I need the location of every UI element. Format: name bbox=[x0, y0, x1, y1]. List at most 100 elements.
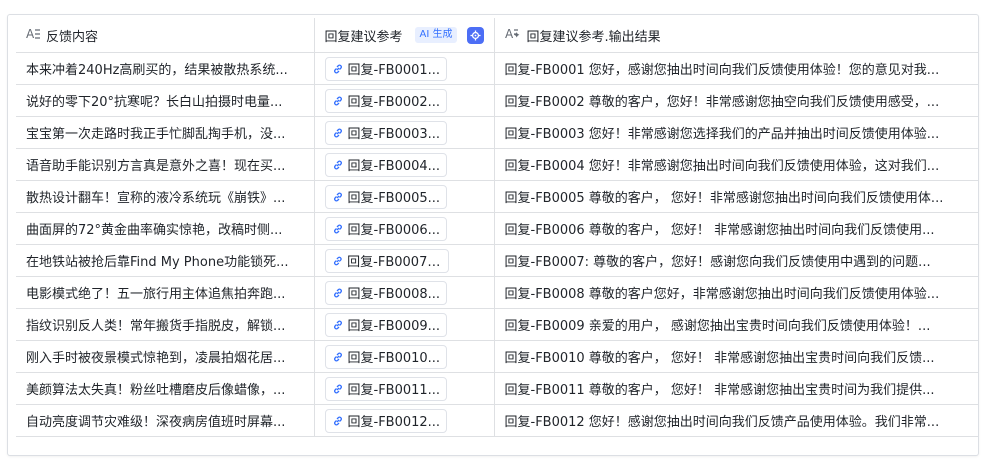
linked-record-chip[interactable]: 回复-FB0002... bbox=[324, 88, 448, 113]
output-cell[interactable]: 回复-FB0008 尊敬的客户您好，非常感谢您抽出时间向我们反馈使用体验... bbox=[494, 276, 978, 309]
table-row[interactable]: 语音助手能识别方言真是意外之喜！现在买... 回复-FB0004... 回复-F… bbox=[16, 148, 978, 181]
output-cell[interactable]: 回复-FB0012 您好！感谢您抽出时间向我们反馈产品使用体验。我们非常... bbox=[494, 404, 978, 437]
table-row[interactable]: 电影模式绝了！五一旅行用主体追焦拍奔跑... 回复-FB0008... 回复-F… bbox=[16, 276, 978, 309]
reply-ref-cell[interactable]: 回复-FB0004... bbox=[314, 148, 495, 181]
table-row[interactable]: 曲面屏的72°黄金曲率确实惊艳，改稿时侧... 回复-FB0006... 回复-… bbox=[16, 212, 978, 245]
feedback-text: 曲面屏的72°黄金曲率确实惊艳，改稿时侧... bbox=[26, 223, 283, 238]
link-icon bbox=[333, 160, 342, 169]
link-icon bbox=[333, 256, 342, 265]
output-cell[interactable]: 回复-FB0009 亲爱的用户， 感谢您抽出宝贵时间向我们反馈使用体验！... bbox=[494, 308, 978, 341]
feedback-text: 宝宝第一次走路时我正手忙脚乱掏手机，没... bbox=[26, 127, 286, 142]
reply-ref-cell[interactable]: 回复-FB0003... bbox=[314, 116, 495, 149]
table-row[interactable]: 美颜算法太失真！粉丝吐槽磨皮后像蜡像，... 回复-FB0011... 回复-F… bbox=[16, 372, 978, 405]
linked-record-label: 回复-FB0009... bbox=[347, 319, 441, 334]
output-cell[interactable]: 回复-FB0007: 尊敬的客户，您好！感谢您向我们反馈使用中遇到的问题... bbox=[494, 244, 978, 277]
linked-record-chip[interactable]: 回复-FB0004... bbox=[324, 152, 448, 177]
table-row[interactable]: 说好的零下20°抗寒呢？长白山拍摄时电量... 回复-FB0002... 回复-… bbox=[16, 84, 978, 117]
output-text: 回复-FB0009 亲爱的用户， 感谢您抽出宝贵时间向我们反馈使用体验！... bbox=[504, 319, 931, 334]
linked-record-label: 回复-FB0005... bbox=[347, 191, 441, 206]
reply-ref-cell[interactable]: 回复-FB0009... bbox=[314, 308, 495, 341]
table-row[interactable]: 刚入手时被夜景模式惊艳到，凌晨拍烟花居... 回复-FB0010... 回复-F… bbox=[16, 340, 978, 373]
linked-record-chip[interactable]: 回复-FB0012... bbox=[324, 408, 448, 433]
link-icon bbox=[333, 416, 342, 425]
output-cell[interactable]: 回复-FB0005 尊敬的客户， 您好！非常感谢您抽出时间向我们反馈使用体... bbox=[494, 180, 978, 213]
feedback-cell[interactable]: 指纹识别反人类！常年搬货手指脱皮，解锁... bbox=[16, 308, 315, 341]
linked-record-chip[interactable]: 回复-FB0010... bbox=[324, 344, 448, 369]
reply-ref-cell[interactable]: 回复-FB0006... bbox=[314, 212, 495, 245]
column-header-feedback[interactable]: A 反馈内容 bbox=[16, 18, 315, 53]
feedback-cell[interactable]: 说好的零下20°抗寒呢？长白山拍摄时电量... bbox=[16, 84, 315, 117]
column-header-reply-ref[interactable]: 回复建议参考 AI 生成 bbox=[314, 18, 495, 53]
svg-text:A: A bbox=[505, 27, 514, 40]
output-cell[interactable]: 回复-FB0010 尊敬的客户， 您好！ 非常感谢您抽出宝贵时间向我们反馈... bbox=[494, 340, 978, 373]
feedback-text: 散热设计翻车！宣称的液冷系统玩《崩铁》... bbox=[26, 191, 286, 206]
feedback-cell[interactable]: 在地铁站被抢后靠Find My Phone功能锁死... bbox=[16, 244, 315, 277]
linked-record-label: 回复-FB0007:... bbox=[347, 255, 442, 270]
reply-ref-cell[interactable]: 回复-FB0008... bbox=[314, 276, 495, 309]
output-text: 回复-FB0011 尊敬的客户， 您好！ 非常感谢您抽出宝贵时间为我们提供... bbox=[504, 383, 935, 398]
reply-ref-cell[interactable]: 回复-FB0007:... bbox=[314, 244, 495, 277]
table-row[interactable]: 指纹识别反人类！常年搬货手指脱皮，解锁... 回复-FB0009... 回复-F… bbox=[16, 308, 978, 341]
linked-record-chip[interactable]: 回复-FB0009... bbox=[324, 312, 448, 337]
feedback-cell[interactable]: 散热设计翻车！宣称的液冷系统玩《崩铁》... bbox=[16, 180, 315, 213]
output-text: 回复-FB0012 您好！感谢您抽出时间向我们反馈产品使用体验。我们非常... bbox=[504, 415, 940, 430]
output-cell[interactable]: 回复-FB0006 尊敬的客户， 您好！ 非常感谢您抽出时间向我们反馈使用... bbox=[494, 212, 978, 245]
output-text: 回复-FB0003 您好！非常感谢您选择我们的产品并抽出时间反馈使用体验... bbox=[504, 127, 940, 142]
column-header-output[interactable]: A 回复建议参考.输出结果 bbox=[494, 18, 978, 53]
link-icon bbox=[333, 64, 342, 73]
feedback-cell[interactable]: 自动亮度调节灾难级！深夜病房值班时屏幕... bbox=[16, 404, 315, 437]
text-field-icon: A bbox=[26, 26, 40, 44]
feedback-cell[interactable]: 美颜算法太失真！粉丝吐槽磨皮后像蜡像，... bbox=[16, 372, 315, 405]
output-text: 回复-FB0006 尊敬的客户， 您好！ 非常感谢您抽出时间向我们反馈使用... bbox=[504, 223, 935, 238]
ai-settings-icon[interactable] bbox=[466, 26, 484, 44]
linked-record-label: 回复-FB0010... bbox=[347, 351, 441, 366]
linked-record-label: 回复-FB0006... bbox=[347, 223, 441, 238]
link-icon bbox=[333, 192, 342, 201]
linked-record-chip[interactable]: 回复-FB0006... bbox=[324, 216, 448, 241]
feedback-cell[interactable]: 语音助手能识别方言真是意外之喜！现在买... bbox=[16, 148, 315, 181]
linked-record-chip[interactable]: 回复-FB0005... bbox=[324, 184, 448, 209]
feedback-cell[interactable]: 曲面屏的72°黄金曲率确实惊艳，改稿时侧... bbox=[16, 212, 315, 245]
output-cell[interactable]: 回复-FB0001 您好，感谢您抽出时间向我们反馈使用体验！您的意见对我... bbox=[494, 52, 978, 85]
linked-record-chip[interactable]: 回复-FB0001... bbox=[324, 56, 448, 81]
linked-record-chip[interactable]: 回复-FB0003... bbox=[324, 120, 448, 145]
feedback-cell[interactable]: 电影模式绝了！五一旅行用主体追焦拍奔跑... bbox=[16, 276, 315, 309]
reply-ref-cell[interactable]: 回复-FB0005... bbox=[314, 180, 495, 213]
linked-record-chip[interactable]: 回复-FB0007:... bbox=[324, 248, 449, 273]
output-cell[interactable]: 回复-FB0003 您好！非常感谢您选择我们的产品并抽出时间反馈使用体验... bbox=[494, 116, 978, 149]
linked-record-label: 回复-FB0012... bbox=[347, 415, 441, 430]
link-icon bbox=[333, 320, 342, 329]
column-title-feedback: 反馈内容 bbox=[46, 29, 99, 45]
link-icon bbox=[333, 128, 342, 137]
table-row[interactable]: 自动亮度调节灾难级！深夜病房值班时屏幕... 回复-FB0012... 回复-F… bbox=[16, 404, 978, 437]
table-row[interactable]: 宝宝第一次走路时我正手忙脚乱掏手机，没... 回复-FB0003... 回复-F… bbox=[16, 116, 978, 149]
feedback-text: 语音助手能识别方言真是意外之喜！现在买... bbox=[26, 159, 286, 174]
table-row[interactable]: 散热设计翻车！宣称的液冷系统玩《崩铁》... 回复-FB0005... 回复-F… bbox=[16, 180, 978, 213]
header-row: A 反馈内容 回复建议参考 AI 生成 A 回复建议参考.输出结果 bbox=[16, 18, 978, 53]
output-cell[interactable]: 回复-FB0002 尊敬的客户，您好！非常感谢您抽空向我们反馈使用感受，... bbox=[494, 84, 978, 117]
output-text: 回复-FB0008 尊敬的客户您好，非常感谢您抽出时间向我们反馈使用体验... bbox=[504, 287, 940, 302]
feedback-text: 刚入手时被夜景模式惊艳到，凌晨拍烟花居... bbox=[26, 351, 286, 366]
reply-ref-cell[interactable]: 回复-FB0010... bbox=[314, 340, 495, 373]
table-row[interactable]: 本来冲着240Hz高刷买的，结果被散热系统... 回复-FB0001... 回复… bbox=[16, 52, 978, 85]
spreadsheet-frame: A 反馈内容 回复建议参考 AI 生成 A 回复建议参考.输出结果 本来冲着24… bbox=[8, 15, 978, 455]
output-text: 回复-FB0005 尊敬的客户， 您好！非常感谢您抽出时间向我们反馈使用体... bbox=[504, 191, 944, 206]
reply-ref-cell[interactable]: 回复-FB0012... bbox=[314, 404, 495, 437]
reply-ref-cell[interactable]: 回复-FB0001... bbox=[314, 52, 495, 85]
feedback-cell[interactable]: 本来冲着240Hz高刷买的，结果被散热系统... bbox=[16, 52, 315, 85]
reply-ref-cell[interactable]: 回复-FB0011... bbox=[314, 372, 495, 405]
feedback-text: 指纹识别反人类！常年搬货手指脱皮，解锁... bbox=[26, 319, 286, 334]
link-icon bbox=[333, 224, 342, 233]
reply-ref-cell[interactable]: 回复-FB0002... bbox=[314, 84, 495, 117]
output-text: 回复-FB0007: 尊敬的客户，您好！感谢您向我们反馈使用中遇到的问题... bbox=[504, 255, 931, 270]
output-cell[interactable]: 回复-FB0004 您好！非常感谢您抽出时间向我们反馈使用体验，这对我们... bbox=[494, 148, 978, 181]
data-table: A 反馈内容 回复建议参考 AI 生成 A 回复建议参考.输出结果 本来冲着24… bbox=[16, 18, 978, 437]
link-icon bbox=[333, 288, 342, 297]
linked-record-chip[interactable]: 回复-FB0008... bbox=[324, 280, 448, 305]
linked-record-chip[interactable]: 回复-FB0011... bbox=[324, 376, 448, 401]
output-cell[interactable]: 回复-FB0011 尊敬的客户， 您好！ 非常感谢您抽出宝贵时间为我们提供... bbox=[494, 372, 978, 405]
feedback-text: 自动亮度调节灾难级！深夜病房值班时屏幕... bbox=[26, 415, 286, 430]
feedback-cell[interactable]: 宝宝第一次走路时我正手忙脚乱掏手机，没... bbox=[16, 116, 315, 149]
feedback-cell[interactable]: 刚入手时被夜景模式惊艳到，凌晨拍烟花居... bbox=[16, 340, 315, 373]
table-row[interactable]: 在地铁站被抢后靠Find My Phone功能锁死... 回复-FB0007:.… bbox=[16, 244, 978, 277]
